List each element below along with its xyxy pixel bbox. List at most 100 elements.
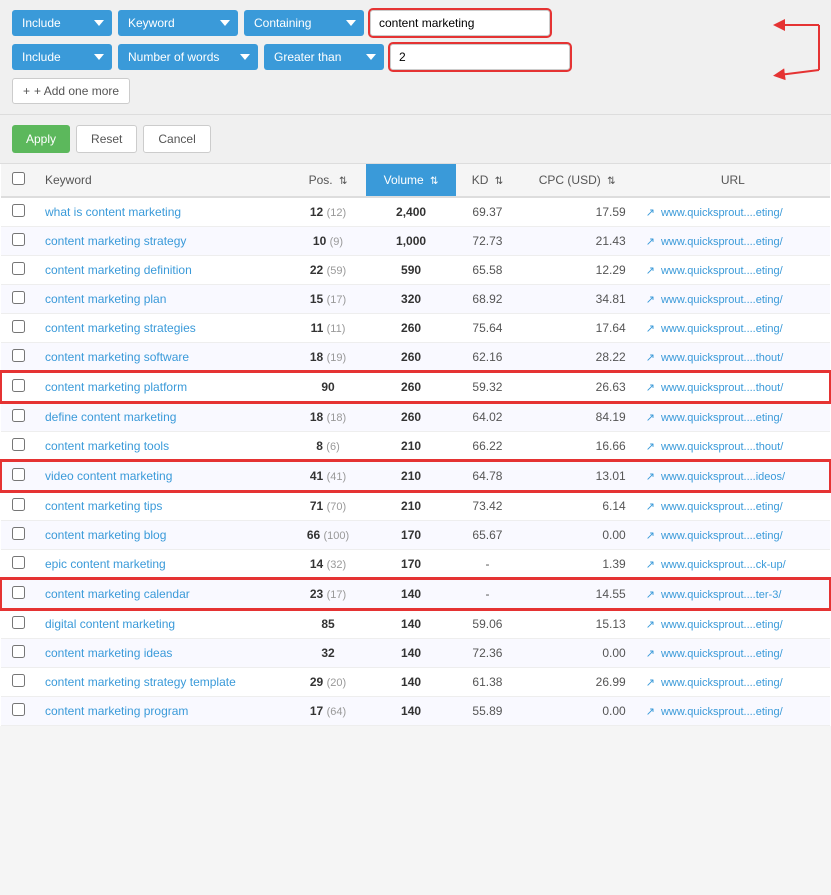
row-checkbox[interactable] <box>12 527 25 540</box>
results-table-container: Keyword Pos. ⇅ Volume ⇅ KD ⇅ CPC (USD) ⇅ <box>0 164 831 726</box>
url-link[interactable]: www.quicksprout....eting/ <box>661 265 783 277</box>
url-link[interactable]: www.quicksprout....eting/ <box>661 207 783 219</box>
row-checkbox[interactable] <box>12 438 25 451</box>
row-checkbox[interactable] <box>12 674 25 687</box>
pos-cell: 29 (20) <box>290 668 366 697</box>
keyword-link[interactable]: content marketing tips <box>45 499 162 513</box>
pos-cell: 15 (17) <box>290 285 366 314</box>
keyword-link[interactable]: content marketing plan <box>45 292 166 306</box>
row-checkbox[interactable] <box>12 379 25 392</box>
filter-row-2: Include Exclude Number of words Greater … <box>12 44 819 70</box>
kd-cell: 59.06 <box>456 609 518 639</box>
keyword-link[interactable]: epic content marketing <box>45 557 166 571</box>
url-link[interactable]: www.quicksprout....eting/ <box>661 648 783 660</box>
volume-cell: 210 <box>366 491 457 521</box>
keyword-link[interactable]: video content marketing <box>45 469 172 483</box>
volume-cell: 140 <box>366 668 457 697</box>
header-checkbox-cell <box>1 164 35 197</box>
row-checkbox[interactable] <box>12 703 25 716</box>
table-row: content marketing blog 66 (100) 170 65.6… <box>1 521 830 550</box>
keyword-select-1[interactable]: Keyword <box>118 10 238 36</box>
kd-cell: - <box>456 550 518 580</box>
url-link[interactable]: www.quicksprout....eting/ <box>661 412 783 424</box>
volume-cell: 590 <box>366 256 457 285</box>
header-kd[interactable]: KD ⇅ <box>456 164 518 197</box>
url-link[interactable]: www.quicksprout....eting/ <box>661 530 783 542</box>
header-pos[interactable]: Pos. ⇅ <box>290 164 366 197</box>
keyword-link[interactable]: content marketing strategy template <box>45 675 236 689</box>
keyword-link[interactable]: content marketing software <box>45 350 189 364</box>
row-checkbox[interactable] <box>12 291 25 304</box>
volume-cell: 140 <box>366 579 457 609</box>
keyword-link[interactable]: content marketing tools <box>45 439 169 453</box>
greater-than-select[interactable]: Greater than <box>264 44 384 70</box>
keyword-input-1[interactable] <box>370 10 550 36</box>
url-cell: ↗ www.quicksprout....eting/ <box>636 197 830 227</box>
url-cell: ↗ www.quicksprout....eting/ <box>636 609 830 639</box>
row-checkbox-cell <box>1 609 35 639</box>
row-checkbox[interactable] <box>12 409 25 422</box>
url-link[interactable]: www.quicksprout....thout/ <box>661 441 783 453</box>
keyword-link[interactable]: define content marketing <box>45 410 176 424</box>
add-one-more-button[interactable]: + + Add one more <box>12 78 130 104</box>
include-select-2[interactable]: Include Exclude <box>12 44 112 70</box>
volume-cell: 140 <box>366 609 457 639</box>
keyword-link[interactable]: content marketing blog <box>45 528 166 542</box>
row-checkbox[interactable] <box>12 262 25 275</box>
url-link[interactable]: www.quicksprout....eting/ <box>661 619 783 631</box>
keyword-link[interactable]: content marketing definition <box>45 263 192 277</box>
keyword-link[interactable]: content marketing calendar <box>45 587 190 601</box>
keyword-link[interactable]: content marketing ideas <box>45 646 172 660</box>
row-checkbox-cell <box>1 343 35 373</box>
header-keyword[interactable]: Keyword <box>35 164 290 197</box>
row-checkbox[interactable] <box>12 320 25 333</box>
external-link-icon: ↗ <box>646 530 655 542</box>
keyword-cell: digital content marketing <box>35 609 290 639</box>
keyword-link[interactable]: content marketing strategy <box>45 234 186 248</box>
keyword-link[interactable]: what is content marketing <box>45 205 181 219</box>
select-all-checkbox[interactable] <box>12 172 25 185</box>
table-row: define content marketing 18 (18) 260 64.… <box>1 402 830 432</box>
pos-cell: 66 (100) <box>290 521 366 550</box>
containing-select-1[interactable]: Containing <box>244 10 364 36</box>
row-checkbox[interactable] <box>12 468 25 481</box>
include-select-1[interactable]: Include Exclude <box>12 10 112 36</box>
row-checkbox[interactable] <box>12 586 25 599</box>
cpc-sort-icon: ⇅ <box>607 176 615 187</box>
keyword-link[interactable]: content marketing platform <box>45 380 187 394</box>
keyword-link[interactable]: content marketing strategies <box>45 321 196 335</box>
row-checkbox[interactable] <box>12 616 25 629</box>
url-link[interactable]: www.quicksprout....ck-up/ <box>661 559 786 571</box>
apply-button[interactable]: Apply <box>12 125 70 153</box>
url-link[interactable]: www.quicksprout....eting/ <box>661 323 783 335</box>
url-link[interactable]: www.quicksprout....thout/ <box>661 352 783 364</box>
keyword-link[interactable]: digital content marketing <box>45 617 175 631</box>
header-cpc[interactable]: CPC (USD) ⇅ <box>519 164 636 197</box>
row-checkbox-cell <box>1 697 35 726</box>
url-link[interactable]: www.quicksprout....eting/ <box>661 706 783 718</box>
url-link[interactable]: www.quicksprout....eting/ <box>661 501 783 513</box>
keyword-link[interactable]: content marketing program <box>45 704 188 718</box>
keyword-cell: content marketing strategy template <box>35 668 290 697</box>
row-checkbox-cell <box>1 197 35 227</box>
reset-button[interactable]: Reset <box>76 125 137 153</box>
cpc-cell: 26.99 <box>519 668 636 697</box>
row-checkbox[interactable] <box>12 498 25 511</box>
row-checkbox[interactable] <box>12 204 25 217</box>
url-link[interactable]: www.quicksprout....eting/ <box>661 294 783 306</box>
row-checkbox[interactable] <box>12 556 25 569</box>
kd-cell: 65.67 <box>456 521 518 550</box>
row-checkbox[interactable] <box>12 349 25 362</box>
url-cell: ↗ www.quicksprout....eting/ <box>636 639 830 668</box>
url-link[interactable]: www.quicksprout....ideos/ <box>661 471 785 483</box>
url-link[interactable]: www.quicksprout....ter-3/ <box>661 589 781 601</box>
number-of-words-select[interactable]: Number of words <box>118 44 258 70</box>
header-volume[interactable]: Volume ⇅ <box>366 164 457 197</box>
url-link[interactable]: www.quicksprout....thout/ <box>661 382 783 394</box>
url-link[interactable]: www.quicksprout....eting/ <box>661 236 783 248</box>
cancel-button[interactable]: Cancel <box>143 125 210 153</box>
url-link[interactable]: www.quicksprout....eting/ <box>661 677 783 689</box>
row-checkbox[interactable] <box>12 233 25 246</box>
number-input-2[interactable] <box>390 44 570 70</box>
row-checkbox[interactable] <box>12 645 25 658</box>
